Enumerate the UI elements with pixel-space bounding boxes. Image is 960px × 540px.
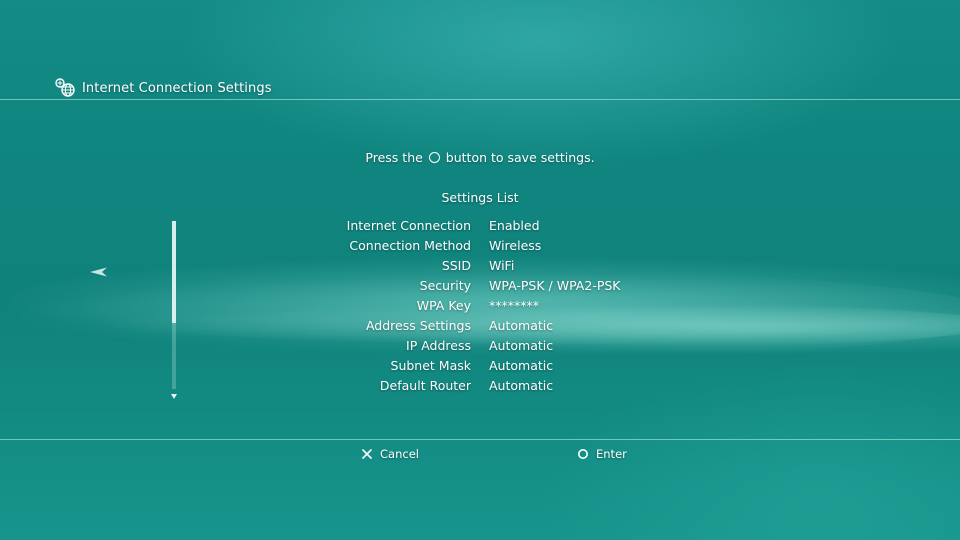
network-settings-icon xyxy=(54,78,76,98)
list-item[interactable]: Security WPA-PSK / WPA2-PSK xyxy=(300,275,760,295)
setting-value: Automatic xyxy=(489,357,554,373)
list-item[interactable]: Address Settings Automatic xyxy=(300,315,760,335)
list-item[interactable]: IP Address Automatic xyxy=(300,335,760,355)
setting-label: Internet Connection xyxy=(346,217,471,233)
list-item[interactable]: SSID WiFi xyxy=(300,255,760,275)
circle-button-icon xyxy=(577,448,589,460)
setting-value: Enabled xyxy=(489,217,540,233)
footer-divider xyxy=(0,439,960,440)
setting-label: Default Router xyxy=(379,377,471,393)
setting-label: Security xyxy=(419,277,471,293)
setting-label: Subnet Mask xyxy=(390,357,471,373)
setting-value: WPA-PSK / WPA2-PSK xyxy=(489,277,621,293)
setting-label: SSID xyxy=(441,257,471,273)
page-header: Internet Connection Settings xyxy=(54,76,272,100)
setting-value: ******** xyxy=(489,297,539,313)
enter-button[interactable]: Enter xyxy=(577,446,627,462)
enter-label: Enter xyxy=(596,447,627,461)
setting-label: IP Address xyxy=(406,337,471,353)
list-item[interactable]: Subnet Mask Automatic xyxy=(300,355,760,375)
cross-button-icon xyxy=(361,448,373,460)
setting-value: Automatic xyxy=(489,317,554,333)
list-item[interactable]: Connection Method Wireless xyxy=(300,235,760,255)
list-item[interactable]: WPA Key ******** xyxy=(300,295,760,315)
setting-value: Wireless xyxy=(489,237,542,253)
setting-value: Automatic xyxy=(489,337,554,353)
scroll-down-arrow-icon[interactable] xyxy=(171,394,177,399)
header-divider xyxy=(0,99,960,100)
setting-label: WPA Key xyxy=(416,297,471,313)
instruction-text-after: button to save settings. xyxy=(445,150,595,165)
cancel-button[interactable]: Cancel xyxy=(361,446,419,462)
circle-button-icon xyxy=(428,152,440,163)
setting-label: Connection Method xyxy=(349,237,471,253)
list-item[interactable]: Default Router Automatic xyxy=(300,375,760,395)
setting-label: Address Settings xyxy=(365,317,471,333)
scrollbar-thumb[interactable] xyxy=(172,221,176,323)
page-title: Internet Connection Settings xyxy=(82,80,272,96)
list-item[interactable]: Internet Connection Enabled xyxy=(300,215,760,235)
back-arrow-icon[interactable] xyxy=(90,263,108,277)
settings-list: Internet Connection Enabled Connection M… xyxy=(300,215,760,395)
settings-scrollbar[interactable] xyxy=(171,221,177,399)
setting-value: Automatic xyxy=(489,377,554,393)
instruction-text-before: Press the xyxy=(365,150,423,165)
settings-list-title: Settings List xyxy=(441,190,519,205)
save-instruction: Press the button to save settings. xyxy=(0,150,960,165)
setting-value: WiFi xyxy=(489,257,515,273)
cancel-label: Cancel xyxy=(380,447,419,461)
